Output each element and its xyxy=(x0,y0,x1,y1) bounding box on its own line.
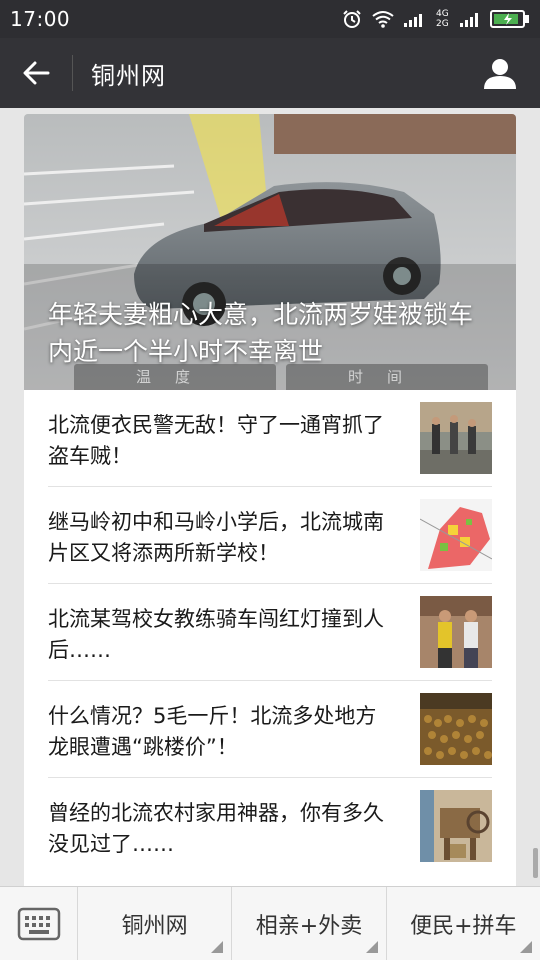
status-time: 17:00 xyxy=(10,7,71,31)
news-title: 什么情况？5毛一斤！北流多处地方龙眼遭遇“跳楼价”！ xyxy=(48,704,377,759)
menu-item-services-carpool[interactable]: 便民+拼车 xyxy=(387,887,540,960)
title-bar: 铜州网 xyxy=(0,38,540,108)
news-title: 曾经的北流农村家用神器，你有多久没见过了…… xyxy=(48,801,384,856)
status-icons: 4G 2G xyxy=(342,9,530,29)
people-thumbnail xyxy=(420,596,492,668)
back-button[interactable] xyxy=(0,38,72,108)
longan-thumbnail xyxy=(420,693,492,765)
battery-icon xyxy=(490,10,529,28)
signal-icon xyxy=(404,14,422,27)
news-item[interactable]: 北流便衣民警无敌！守了一通宵抓了盗车贼！ xyxy=(48,390,492,487)
winnower-thumbnail xyxy=(420,790,492,862)
wifi-icon xyxy=(372,11,394,28)
menu-item-label: 相亲+外卖 xyxy=(255,914,363,939)
page-title: 铜州网 xyxy=(91,61,166,90)
scrollbar[interactable] xyxy=(533,848,538,878)
menu-item-label: 铜州网 xyxy=(121,914,188,939)
keyboard-toggle-button[interactable] xyxy=(0,887,78,960)
hero-strip-left: 温度 xyxy=(74,364,276,390)
hero-info-strip: 温度 时间 xyxy=(74,364,488,390)
news-title: 北流某驾校女教练骑车闯红灯撞到人后…… xyxy=(48,607,384,662)
network-type-label: 4G 2G xyxy=(436,9,449,29)
hero-article[interactable]: 年轻夫妻粗心大意，北流两岁娃被锁车内近一个半小时不幸离世 温度 时间 xyxy=(24,114,516,390)
news-title: 北流便衣民警无敌！守了一通宵抓了盗车贼！ xyxy=(48,413,384,468)
menu-item-dating-takeout[interactable]: 相亲+外卖 xyxy=(232,887,387,960)
news-item[interactable]: 什么情况？5毛一斤！北流多处地方龙眼遭遇“跳楼价”！ xyxy=(48,681,492,778)
signal-icon-2 xyxy=(460,13,478,27)
submenu-indicator-icon xyxy=(365,941,378,953)
person-icon xyxy=(484,59,516,89)
submenu-indicator-icon xyxy=(519,941,532,953)
alarm-icon xyxy=(343,10,361,28)
title-divider xyxy=(72,55,73,91)
arrow-left-icon xyxy=(23,61,50,85)
bottom-menu-bar: 铜州网 相亲+外卖 便民+拼车 xyxy=(0,886,540,960)
profile-button[interactable] xyxy=(460,38,540,108)
menu-item-tongzhouwang[interactable]: 铜州网 xyxy=(78,887,233,960)
menu-item-label: 便民+拼车 xyxy=(410,914,517,939)
police-thumbnail xyxy=(420,402,492,474)
news-item[interactable]: 北流某驾校女教练骑车闯红灯撞到人后…… xyxy=(48,584,492,681)
status-bar: 17:00 4G 2G xyxy=(0,0,540,38)
submenu-indicator-icon xyxy=(211,941,224,953)
news-item[interactable]: 继马岭初中和马岭小学后，北流城南片区又将添两所新学校！ xyxy=(48,487,492,584)
news-item[interactable]: 曾经的北流农村家用神器，你有多久没见过了…… xyxy=(48,778,492,875)
map-thumbnail xyxy=(420,499,492,571)
keyboard-icon xyxy=(17,907,60,941)
article-card: 年轻夫妻粗心大意，北流两岁娃被锁车内近一个半小时不幸离世 温度 时间 北流便衣民… xyxy=(24,114,516,886)
hero-title: 年轻夫妻粗心大意，北流两岁娃被锁车内近一个半小时不幸离世 xyxy=(48,300,474,366)
hero-strip-right: 时间 xyxy=(286,364,488,390)
article-list-area[interactable]: 年轻夫妻粗心大意，北流两岁娃被锁车内近一个半小时不幸离世 温度 时间 北流便衣民… xyxy=(0,108,540,886)
news-title: 继马岭初中和马岭小学后，北流城南片区又将添两所新学校！ xyxy=(48,510,384,565)
